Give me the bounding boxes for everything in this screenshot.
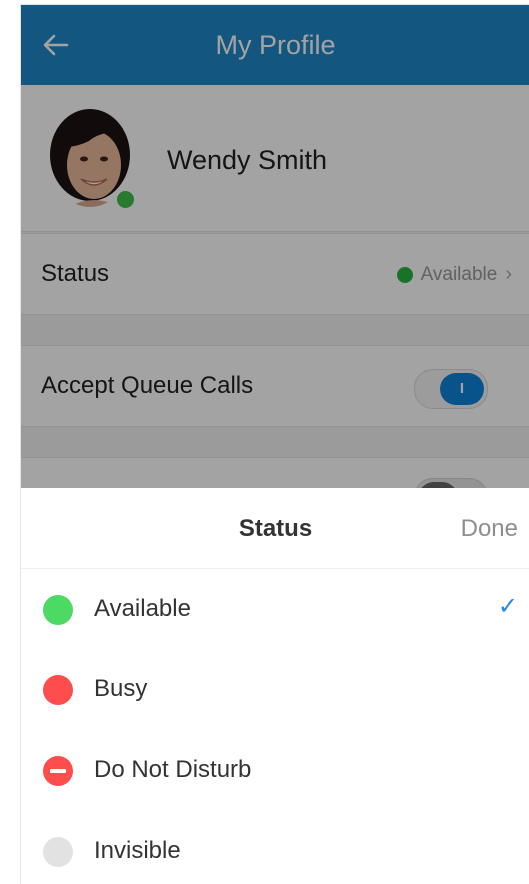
checkmark-icon: ✓ [497, 593, 518, 620]
do-not-disturb-icon [43, 756, 73, 786]
invisible-dot-icon [43, 837, 73, 867]
sheet-header: Status Done [21, 488, 529, 569]
done-button[interactable]: Done [461, 515, 518, 543]
status-option-label: Busy [94, 675, 148, 702]
do-not-disturb-bar [50, 769, 66, 773]
busy-dot-icon [43, 675, 73, 705]
available-dot-icon [43, 595, 73, 625]
status-option-label: Do Not Disturb [94, 756, 252, 783]
status-picker-sheet: Status Done Available ✓ Busy Do Not Dist… [21, 488, 529, 884]
status-option-invisible[interactable]: Invisible [21, 812, 529, 884]
status-option-do-not-disturb[interactable]: Do Not Disturb [21, 731, 529, 811]
status-option-label: Invisible [94, 837, 181, 864]
status-option-label: Available [94, 595, 191, 622]
sheet-title: Status [238, 515, 313, 542]
status-option-busy[interactable]: Busy [21, 650, 529, 730]
phone-screen: My Profile Wendy Smith Status Available … [20, 4, 529, 884]
status-option-available[interactable]: Available ✓ [21, 570, 529, 650]
